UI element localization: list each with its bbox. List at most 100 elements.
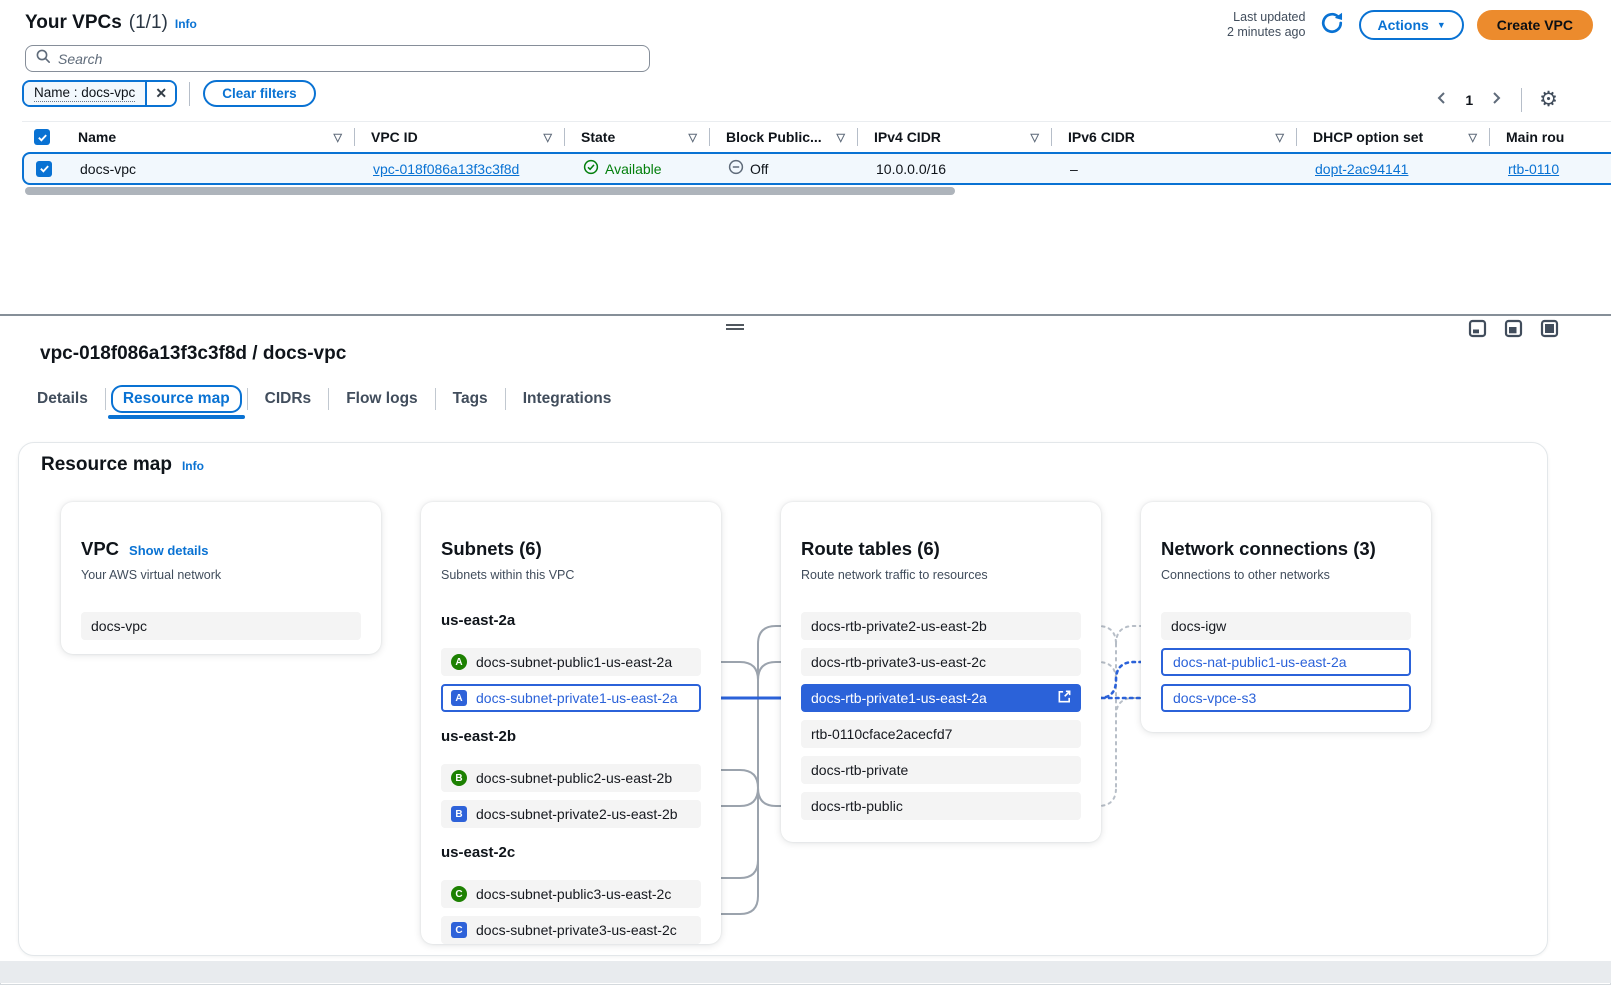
page-info-link[interactable]: Info bbox=[175, 17, 197, 31]
subnet-item[interactable]: B docs-subnet-public2-us-east-2b bbox=[441, 764, 701, 792]
dhcp-option-set-link[interactable]: dopt-2ac94141 bbox=[1315, 161, 1408, 177]
column-header-main-route[interactable]: Main rou bbox=[1490, 128, 1611, 146]
column-header-name[interactable]: Name▽ bbox=[62, 128, 355, 146]
show-details-link[interactable]: Show details bbox=[129, 543, 208, 558]
column-header-vpc-id[interactable]: VPC ID▽ bbox=[355, 128, 565, 146]
route-tables-card-subtitle: Route network traffic to resources bbox=[801, 568, 1081, 582]
sort-icon: ▽ bbox=[1031, 131, 1039, 144]
filter-chip-label[interactable]: Name : docs-vpc bbox=[24, 82, 145, 105]
resource-map-title: Resource map bbox=[41, 454, 172, 476]
actions-button[interactable]: Actions ▼ bbox=[1359, 10, 1463, 40]
network-connection-item-highlighted[interactable]: docs-vpce-s3 bbox=[1161, 684, 1411, 712]
public-subnet-badge: A bbox=[451, 654, 467, 670]
route-tables-card: Route tables (6) Route network traffic t… bbox=[781, 502, 1101, 842]
gear-icon[interactable]: ⚙ bbox=[1539, 90, 1558, 110]
pagination: 1 ⚙ bbox=[1434, 88, 1558, 112]
divider bbox=[189, 82, 190, 106]
tab-integrations[interactable]: Integrations bbox=[506, 379, 629, 419]
refresh-button[interactable] bbox=[1318, 9, 1346, 40]
subnet-item[interactable]: A docs-subnet-public1-us-east-2a bbox=[441, 648, 701, 676]
network-connection-item[interactable]: docs-igw bbox=[1161, 612, 1411, 640]
panel-layout-controls bbox=[1468, 319, 1559, 338]
subnet-item[interactable]: C docs-subnet-private3-us-east-2c bbox=[441, 916, 701, 944]
az-group-header: us-east-2b bbox=[441, 728, 701, 748]
previous-page-icon[interactable] bbox=[1434, 89, 1450, 112]
route-table-item[interactable]: rtb-0110cface2acecfd7 bbox=[801, 720, 1081, 748]
network-connections-card-subtitle: Connections to other networks bbox=[1161, 568, 1411, 582]
route-table-list: docs-rtb-private2-us-east-2b docs-rtb-pr… bbox=[801, 612, 1081, 820]
page-title-count: (1/1) bbox=[129, 12, 168, 34]
vpc-list-pane: Your VPCs (1/1) Info Last updated 2 minu… bbox=[0, 0, 1611, 316]
tab-flow-logs[interactable]: Flow logs bbox=[329, 379, 434, 419]
panel-size-medium-icon[interactable] bbox=[1504, 319, 1523, 338]
status-off-icon bbox=[728, 159, 744, 178]
route-table-item[interactable]: docs-rtb-public bbox=[801, 792, 1081, 820]
cell-ipv4-cidr: 10.0.0.0/16 bbox=[860, 161, 1054, 177]
network-connections-card: Network connections (3) Connections to o… bbox=[1141, 502, 1431, 732]
page-title: Your VPCs (1/1) Info bbox=[25, 12, 197, 34]
clear-filters-button[interactable]: Clear filters bbox=[203, 80, 315, 107]
subnet-list: us-east-2a A docs-subnet-public1-us-east… bbox=[441, 612, 701, 944]
top-controls: Last updated 2 minutes ago Actions ▼ Cre… bbox=[1227, 9, 1593, 40]
resource-map-header: Resource map Info bbox=[41, 454, 204, 476]
filter-chip[interactable]: Name : docs-vpc ✕ bbox=[22, 80, 177, 107]
split-panel-drag-handle[interactable] bbox=[726, 322, 744, 332]
vpc-detail-pane: vpc-018f086a13f3c3f8d / docs-vpc Details… bbox=[0, 316, 1611, 983]
network-connection-item-highlighted[interactable]: docs-nat-public1-us-east-2a bbox=[1161, 648, 1411, 676]
row-select-cell bbox=[24, 161, 64, 177]
vpc-console: Your VPCs (1/1) Info Last updated 2 minu… bbox=[0, 0, 1611, 985]
main-route-table-link[interactable]: rtb-0110 bbox=[1508, 161, 1559, 177]
search-box[interactable] bbox=[25, 45, 650, 72]
search-input[interactable] bbox=[58, 51, 640, 67]
page-number[interactable]: 1 bbox=[1465, 92, 1473, 108]
subnets-card-title: Subnets (6) bbox=[441, 538, 542, 560]
sort-icon: ▽ bbox=[334, 131, 342, 144]
route-table-item-selected[interactable]: docs-rtb-private1-us-east-2a bbox=[801, 684, 1081, 712]
tab-details[interactable]: Details bbox=[22, 379, 105, 419]
resource-map-info-link[interactable]: Info bbox=[182, 459, 204, 473]
close-icon: ✕ bbox=[155, 85, 167, 102]
filter-chip-remove-button[interactable]: ✕ bbox=[145, 82, 175, 105]
sort-icon: ▽ bbox=[1276, 131, 1284, 144]
tab-cidrs[interactable]: CIDRs bbox=[248, 379, 329, 419]
cell-block-public: Off bbox=[712, 159, 860, 178]
table-row[interactable]: docs-vpc vpc-018f086a13f3c3f8d Available bbox=[22, 152, 1611, 185]
route-table-item[interactable]: docs-rtb-private2-us-east-2b bbox=[801, 612, 1081, 640]
row-checkbox[interactable] bbox=[36, 161, 52, 177]
panel-size-large-icon[interactable] bbox=[1540, 319, 1559, 338]
last-updated: Last updated 2 minutes ago bbox=[1227, 10, 1306, 40]
vpc-id-link[interactable]: vpc-018f086a13f3c3f8d bbox=[373, 161, 519, 177]
panel-size-small-icon[interactable] bbox=[1468, 319, 1487, 338]
vpc-card: VPC Show details Your AWS virtual networ… bbox=[61, 502, 381, 654]
column-header-ipv6-cidr[interactable]: IPv6 CIDR▽ bbox=[1052, 128, 1297, 146]
filter-row: Name : docs-vpc ✕ Clear filters bbox=[22, 80, 316, 107]
sort-icon: ▽ bbox=[544, 131, 552, 144]
select-all-checkbox[interactable] bbox=[34, 129, 50, 145]
subnet-item-selected[interactable]: A docs-subnet-private1-us-east-2a bbox=[441, 684, 701, 712]
cell-state: Available bbox=[567, 159, 712, 178]
external-link-icon[interactable] bbox=[1057, 689, 1072, 707]
vpc-item[interactable]: docs-vpc bbox=[81, 612, 361, 640]
public-subnet-badge: B bbox=[451, 770, 467, 786]
column-header-dhcp[interactable]: DHCP option set▽ bbox=[1297, 128, 1490, 146]
route-table-item[interactable]: docs-rtb-private3-us-east-2c bbox=[801, 648, 1081, 676]
column-header-block-public[interactable]: Block Public...▽ bbox=[710, 128, 858, 146]
column-header-ipv4-cidr[interactable]: IPv4 CIDR▽ bbox=[858, 128, 1052, 146]
subnet-item[interactable]: C docs-subnet-public3-us-east-2c bbox=[441, 880, 701, 908]
public-subnet-badge: C bbox=[451, 886, 467, 902]
tab-resource-map[interactable]: Resource map bbox=[106, 379, 247, 419]
cell-ipv6-cidr: – bbox=[1054, 161, 1299, 177]
column-header-state[interactable]: State▽ bbox=[565, 128, 710, 146]
create-vpc-button[interactable]: Create VPC bbox=[1477, 10, 1593, 40]
chevron-down-icon: ▼ bbox=[1437, 20, 1446, 30]
next-page-icon[interactable] bbox=[1488, 89, 1504, 112]
tab-tags[interactable]: Tags bbox=[436, 379, 505, 419]
page-title-text: Your VPCs bbox=[25, 12, 122, 34]
cell-name: docs-vpc bbox=[64, 161, 357, 177]
page-bottom-strip bbox=[0, 961, 1611, 983]
subnet-item[interactable]: B docs-subnet-private2-us-east-2b bbox=[441, 800, 701, 828]
horizontal-scrollbar[interactable] bbox=[25, 187, 955, 195]
table-header: Name▽ VPC ID▽ State▽ Block Public...▽ IP… bbox=[22, 121, 1611, 152]
select-all-cell bbox=[22, 129, 62, 145]
route-table-item[interactable]: docs-rtb-private bbox=[801, 756, 1081, 784]
